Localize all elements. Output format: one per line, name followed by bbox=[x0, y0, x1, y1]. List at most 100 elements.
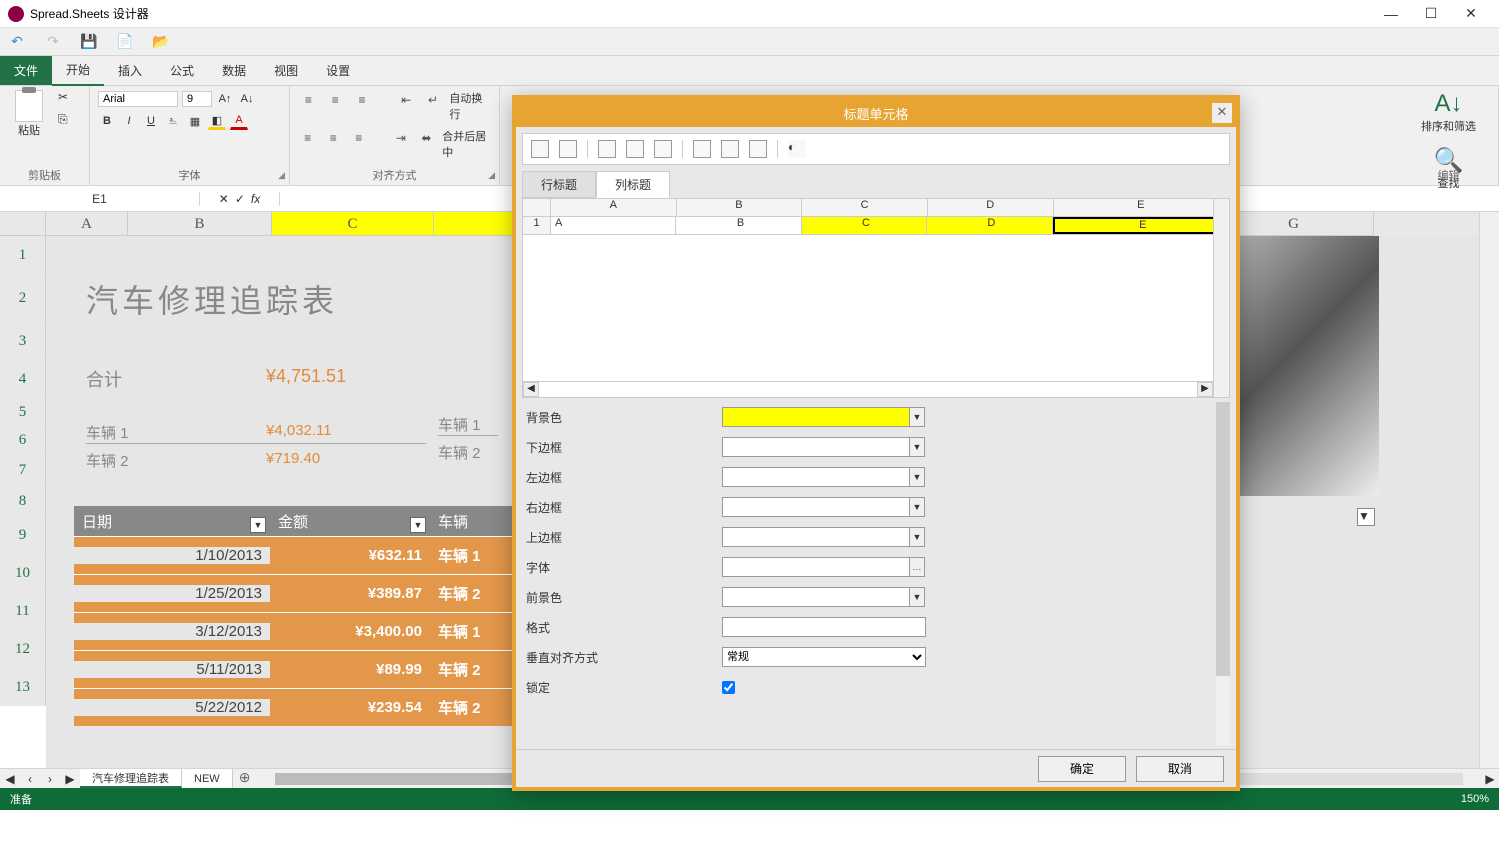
dialog-ok-button[interactable]: 确定 bbox=[1038, 756, 1126, 782]
row-head-1[interactable]: 1 bbox=[0, 236, 46, 274]
prop-bborder-dd[interactable]: ▼ bbox=[909, 437, 925, 457]
align-top-icon[interactable]: ≡ bbox=[298, 90, 319, 110]
tab-home[interactable]: 开始 bbox=[52, 55, 104, 86]
row-head-2[interactable]: 2 bbox=[0, 274, 46, 322]
dgc-e[interactable]: E bbox=[1053, 217, 1230, 234]
decrease-font-icon[interactable]: A↓ bbox=[238, 90, 256, 108]
select-all-corner[interactable] bbox=[0, 212, 46, 236]
table-row[interactable]: 5/22/2012¥239.54车辆 2 bbox=[74, 688, 544, 726]
dgc-a[interactable]: A bbox=[551, 217, 676, 234]
cancel-formula-icon[interactable]: ✕ bbox=[219, 192, 229, 206]
dialog-cancel-button[interactable]: 取消 bbox=[1136, 756, 1224, 782]
accept-formula-icon[interactable]: ✓ bbox=[235, 192, 245, 206]
redo-icon[interactable]: ↷ bbox=[44, 33, 62, 51]
new-icon[interactable]: 📄 bbox=[116, 33, 134, 51]
sheet-tab-1[interactable]: 汽车修理追踪表 bbox=[80, 769, 182, 788]
paste-button[interactable]: 粘贴 bbox=[8, 90, 50, 138]
tb-icon-3[interactable] bbox=[598, 140, 616, 158]
tab-nav-prev[interactable]: ‹ bbox=[20, 772, 40, 786]
image-filter-icon[interactable]: ▼ bbox=[1357, 508, 1375, 526]
dgc-c[interactable]: C bbox=[802, 217, 927, 234]
fill-color-icon[interactable]: ◧ bbox=[208, 112, 226, 130]
font-dialog-launcher[interactable]: ◢ bbox=[278, 170, 285, 181]
underline-icon[interactable]: U bbox=[142, 112, 160, 130]
dialog-props-scrollbar[interactable] bbox=[1216, 402, 1230, 745]
col-head-c[interactable]: C bbox=[272, 212, 434, 236]
dialog-grid-vscroll[interactable] bbox=[1213, 199, 1229, 397]
dgr-1[interactable]: 1 bbox=[523, 217, 551, 234]
row-head-6[interactable]: 6 bbox=[0, 426, 46, 454]
double-underline-icon[interactable]: ⎁ bbox=[164, 112, 182, 130]
tab-data[interactable]: 数据 bbox=[208, 56, 260, 85]
dgc-d[interactable]: D bbox=[927, 217, 1052, 234]
scroll-right-icon[interactable]: ▶ bbox=[1481, 772, 1499, 786]
row-head-4[interactable]: 4 bbox=[0, 360, 46, 398]
table-row[interactable]: 5/11/2013¥89.99车辆 2 bbox=[74, 650, 544, 688]
prop-lock-checkbox[interactable] bbox=[722, 681, 735, 694]
align-left-icon[interactable]: ≡ bbox=[298, 128, 318, 148]
dgh-b[interactable]: B bbox=[677, 199, 803, 216]
align-bottom-icon[interactable]: ≡ bbox=[352, 90, 373, 110]
align-middle-icon[interactable]: ≡ bbox=[325, 90, 346, 110]
dgh-c[interactable]: C bbox=[802, 199, 928, 216]
tb-icon-6[interactable] bbox=[693, 140, 711, 158]
increase-indent-icon[interactable]: ⇥ bbox=[391, 128, 411, 148]
tab-nav-last[interactable]: ▶ bbox=[60, 772, 80, 786]
filter-amount-icon[interactable]: ▼ bbox=[410, 517, 426, 533]
tab-nav-next[interactable]: › bbox=[40, 772, 60, 786]
wrap-text-icon[interactable]: ↵ bbox=[423, 90, 444, 110]
add-sheet-icon[interactable]: ⊕ bbox=[233, 769, 257, 788]
fx-icon[interactable]: fx bbox=[251, 192, 260, 206]
row-head-7[interactable]: 7 bbox=[0, 454, 46, 486]
prop-bborder-input[interactable] bbox=[722, 437, 910, 457]
row-head-9[interactable]: 9 bbox=[0, 516, 46, 554]
minimize-button[interactable]: — bbox=[1371, 0, 1411, 28]
name-box[interactable]: E1 bbox=[0, 192, 200, 206]
prop-lborder-input[interactable] bbox=[722, 467, 910, 487]
tb-icon-7[interactable] bbox=[721, 140, 739, 158]
table-row[interactable]: 3/12/2013¥3,400.00车辆 1 bbox=[74, 612, 544, 650]
row-head-11[interactable]: 11 bbox=[0, 592, 46, 630]
prop-font-browse[interactable]: … bbox=[909, 557, 925, 577]
prop-valign-select[interactable]: 常规 bbox=[722, 647, 926, 667]
align-right-icon[interactable]: ≡ bbox=[349, 128, 369, 148]
tb-icon-1[interactable] bbox=[531, 140, 549, 158]
row-head-5[interactable]: 5 bbox=[0, 398, 46, 426]
italic-icon[interactable]: I bbox=[120, 112, 138, 130]
dialog-tab-row[interactable]: 行标题 bbox=[522, 171, 596, 198]
prop-fgcolor-dd[interactable]: ▼ bbox=[909, 587, 925, 607]
save-icon[interactable]: 💾 bbox=[80, 33, 98, 51]
dgh-d[interactable]: D bbox=[928, 199, 1054, 216]
tab-file[interactable]: 文件 bbox=[0, 56, 52, 85]
dialog-grid[interactable]: A B C D E 1 A B C D E ◀▶ bbox=[522, 198, 1230, 398]
prop-rborder-dd[interactable]: ▼ bbox=[909, 497, 925, 517]
undo-icon[interactable]: ↶ bbox=[8, 33, 26, 51]
row-head-10[interactable]: 10 bbox=[0, 554, 46, 592]
cut-icon[interactable]: ✂ bbox=[58, 90, 74, 106]
col-head-d[interactable] bbox=[434, 212, 514, 236]
prop-bgcolor-input[interactable] bbox=[722, 407, 910, 427]
close-button[interactable]: ✕ bbox=[1451, 0, 1491, 28]
tab-formula[interactable]: 公式 bbox=[156, 56, 208, 85]
maximize-button[interactable]: ☐ bbox=[1411, 0, 1451, 28]
open-icon[interactable]: 📂 bbox=[152, 33, 170, 51]
dgh-e[interactable]: E bbox=[1054, 199, 1229, 216]
dialog-close-icon[interactable]: ✕ bbox=[1212, 103, 1232, 123]
tab-nav-first[interactable]: ◀ bbox=[0, 772, 20, 786]
tb-icon-8[interactable] bbox=[749, 140, 767, 158]
prop-lborder-dd[interactable]: ▼ bbox=[909, 467, 925, 487]
font-size-select[interactable] bbox=[182, 91, 212, 107]
dialog-tab-col[interactable]: 列标题 bbox=[596, 171, 670, 198]
prop-bgcolor-dd[interactable]: ▼ bbox=[909, 407, 925, 427]
table-row[interactable]: 1/25/2013¥389.87车辆 2 bbox=[74, 574, 544, 612]
merge-icon[interactable]: ⬌ bbox=[417, 128, 437, 148]
border-icon[interactable]: ▦ bbox=[186, 112, 204, 130]
prop-rborder-input[interactable] bbox=[722, 497, 910, 517]
prop-format-input[interactable] bbox=[722, 617, 926, 637]
tab-insert[interactable]: 插入 bbox=[104, 56, 156, 85]
tab-view[interactable]: 视图 bbox=[260, 56, 312, 85]
row-head-12[interactable]: 12 bbox=[0, 630, 46, 668]
font-name-select[interactable] bbox=[98, 91, 178, 107]
increase-font-icon[interactable]: A↑ bbox=[216, 90, 234, 108]
dgh-a[interactable]: A bbox=[551, 199, 677, 216]
